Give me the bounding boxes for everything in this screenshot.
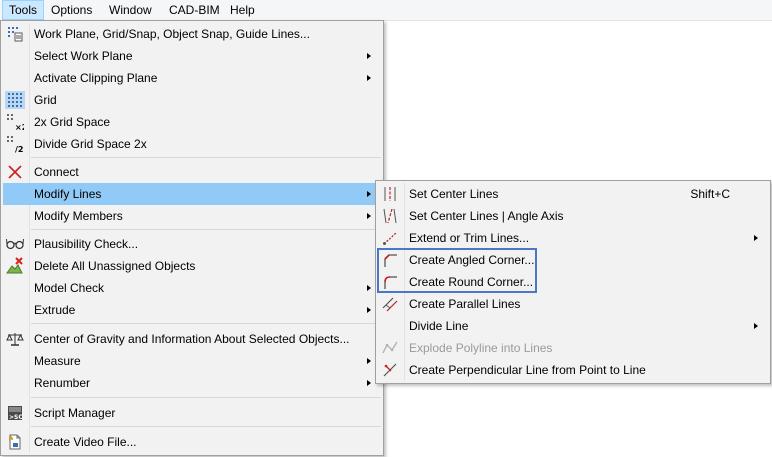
menu-item-create-perpendicular-line[interactable]: Create Perpendicular Line from Point to …: [378, 359, 768, 381]
menu-item-label: Connect: [34, 165, 79, 179]
menu-item-grid[interactable]: Grid: [3, 89, 381, 111]
menu-item-label: Extend or Trim Lines...: [409, 231, 530, 245]
menu-item-create-video-file[interactable]: Create Video File...: [3, 431, 381, 453]
submenu-arrow-icon: [367, 53, 371, 59]
menu-item-label: Modify Members: [34, 209, 123, 223]
menu-item-label: Create Video File...: [34, 435, 137, 449]
menu-item-measure[interactable]: Measure: [3, 350, 381, 372]
menu-item-label: Activate Clipping Plane: [34, 71, 158, 85]
menu-item-modify-lines[interactable]: Modify Lines: [3, 183, 381, 205]
menu-item-set-center-lines-angle-axis[interactable]: Set Center Lines | Angle Axis: [378, 205, 768, 227]
menu-item-label: Plausibility Check...: [34, 237, 139, 251]
menu-separator: [31, 323, 381, 324]
shortcut-label: Shift+C: [690, 187, 730, 201]
menu-item-label: Delete All Unassigned Objects: [34, 259, 196, 273]
menu-options[interactable]: Options: [45, 0, 98, 20]
menu-item-extrude[interactable]: Extrude: [3, 299, 381, 321]
menu-item-2x-grid-space[interactable]: ×2 2x Grid Space: [3, 111, 381, 133]
menu-item-extend-or-trim-lines[interactable]: Extend or Trim Lines...: [378, 227, 768, 249]
menu-item-label: Grid: [34, 93, 57, 107]
menu-item-delete-unassigned-objects[interactable]: Delete All Unassigned Objects: [3, 255, 381, 277]
menu-item-center-of-gravity[interactable]: Center of Gravity and Information About …: [3, 328, 381, 350]
menu-item-label: Divide Line: [409, 319, 469, 333]
menu-item-renumber[interactable]: Renumber: [3, 372, 381, 394]
svg-text:/2: /2: [15, 145, 24, 153]
menu-tools[interactable]: Tools: [2, 0, 45, 20]
grid-settings-icon: [5, 25, 25, 43]
menu-item-divide-grid-space[interactable]: /2 Divide Grid Space 2x: [3, 133, 381, 155]
menu-separator: [31, 397, 381, 398]
submenu-arrow-icon: [367, 213, 371, 219]
menu-item-label: Renumber: [34, 376, 91, 390]
menu-window[interactable]: Window: [103, 0, 158, 20]
video-file-icon: [5, 433, 25, 451]
script-manager-icon: >SC: [5, 404, 25, 422]
menu-separator: [31, 157, 381, 158]
menu-item-set-center-lines[interactable]: Set Center Lines Shift+C: [378, 183, 768, 205]
menu-item-work-plane[interactable]: Work Plane, Grid/Snap, Object Snap, Guid…: [3, 23, 381, 45]
menu-item-label: Modify Lines: [34, 187, 102, 201]
menu-separator: [31, 426, 381, 427]
scale-icon: [5, 330, 25, 348]
menu-item-label: Select Work Plane: [34, 49, 133, 63]
submenu-arrow-icon: [367, 358, 371, 364]
submenu-arrow-icon: [367, 191, 371, 197]
submenu-arrow-icon: [367, 307, 371, 313]
divide-grid-space-icon: /2: [5, 135, 25, 153]
center-lines-angle-icon: [380, 207, 400, 225]
center-lines-icon: [380, 185, 400, 203]
menu-item-plausibility-check[interactable]: Plausibility Check...: [3, 233, 381, 255]
submenu-arrow-icon: [367, 75, 371, 81]
svg-text:>SC: >SC: [9, 414, 23, 421]
menu-item-label: Script Manager: [34, 406, 116, 420]
menu-item-script-manager[interactable]: >SC Script Manager: [3, 402, 381, 424]
menu-item-label: Work Plane, Grid/Snap, Object Snap, Guid…: [34, 27, 310, 41]
menu-item-label: Model Check: [34, 281, 105, 295]
perpendicular-line-icon: [380, 361, 400, 379]
menu-help[interactable]: Help: [224, 0, 261, 20]
menu-item-model-check[interactable]: Model Check: [3, 277, 381, 299]
submenu-arrow-icon: [754, 235, 758, 241]
grid-space-2x-icon: ×2: [5, 113, 25, 131]
menu-item-activate-clipping-plane[interactable]: Activate Clipping Plane: [3, 67, 381, 89]
menu-bar: Tools Options Window CAD-BIM Help: [0, 0, 772, 21]
menu-item-divide-line[interactable]: Divide Line: [378, 315, 768, 337]
menu-separator: [31, 229, 381, 230]
menu-item-label: Create Parallel Lines: [409, 297, 521, 311]
menu-item-label: 2x Grid Space: [34, 115, 111, 129]
submenu-arrow-icon: [367, 380, 371, 386]
highlight-callout: [377, 248, 537, 293]
extend-trim-icon: [380, 229, 400, 247]
menu-item-label: Explode Polyline into Lines: [409, 341, 553, 355]
menu-item-label: Divide Grid Space 2x: [34, 137, 147, 151]
explode-polyline-icon: [380, 339, 400, 357]
tools-menu: Work Plane, Grid/Snap, Object Snap, Guid…: [0, 20, 384, 456]
parallel-lines-icon: [380, 295, 400, 313]
menu-item-label: Extrude: [34, 303, 76, 317]
menu-item-create-parallel-lines[interactable]: Create Parallel Lines: [378, 293, 768, 315]
grid-icon: [5, 91, 25, 109]
glasses-icon: [5, 235, 25, 253]
menu-item-connect[interactable]: Connect: [3, 161, 381, 183]
menu-item-select-work-plane[interactable]: Select Work Plane: [3, 45, 381, 67]
menu-item-label: Set Center Lines: [409, 187, 499, 201]
submenu-arrow-icon: [367, 285, 371, 291]
menu-cad-bim[interactable]: CAD-BIM: [163, 0, 226, 20]
svg-text:×2: ×2: [15, 123, 24, 131]
connect-icon: [5, 163, 25, 181]
menu-item-label: Set Center Lines | Angle Axis: [409, 209, 564, 223]
menu-item-modify-members[interactable]: Modify Members: [3, 205, 381, 227]
menu-item-label: Center of Gravity and Information About …: [34, 332, 350, 346]
menu-item-label: Create Perpendicular Line from Point to …: [409, 363, 646, 377]
delete-objects-icon: [5, 257, 25, 275]
submenu-arrow-icon: [754, 323, 758, 329]
menu-item-explode-polyline[interactable]: Explode Polyline into Lines: [378, 337, 768, 359]
menu-item-label: Measure: [34, 354, 81, 368]
